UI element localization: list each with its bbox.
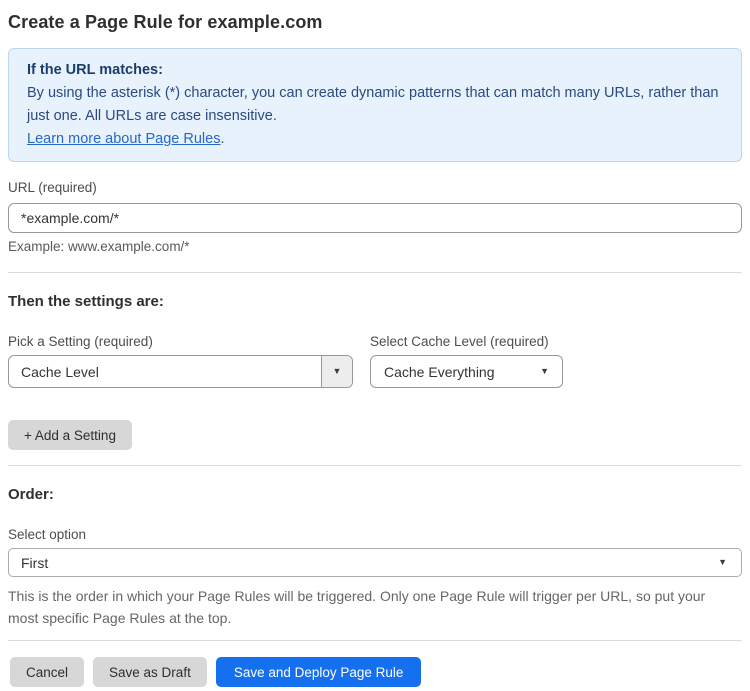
info-box-body: By using the asterisk (*) character, you…: [27, 85, 719, 124]
info-box-heading: If the URL matches:: [27, 62, 163, 78]
pick-setting-arrow-button[interactable]: ▼: [321, 356, 352, 387]
order-heading: Order:: [8, 486, 54, 503]
settings-selects-row: Cache Level ▼ Cache Everything ▼: [8, 355, 742, 388]
order-select-value: First: [21, 554, 49, 571]
add-setting-button[interactable]: + Add a Setting: [8, 420, 132, 450]
order-select[interactable]: First ▼: [8, 548, 742, 577]
pick-setting-select[interactable]: Cache Level ▼: [8, 355, 353, 388]
url-input-value: *example.com/*: [21, 210, 120, 226]
settings-heading: Then the settings are:: [8, 293, 164, 310]
chevron-down-icon: ▼: [718, 557, 727, 567]
chevron-down-icon: ▼: [540, 366, 549, 376]
section-divider: [8, 272, 742, 273]
order-help-text: This is the order in which your Page Rul…: [8, 588, 706, 626]
settings-labels-row: Pick a Setting (required) Select Cache L…: [8, 334, 742, 349]
cancel-button[interactable]: Cancel: [10, 657, 85, 687]
url-match-info-box: If the URL matches: By using the asteris…: [8, 48, 742, 162]
page-rule-form: Create a Page Rule for example.com If th…: [0, 0, 750, 687]
url-example-text: Example: www.example.com/*: [8, 239, 190, 254]
pick-setting-value: Cache Level: [21, 363, 99, 380]
form-actions: Cancel Save as Draft Save and Deploy Pag…: [10, 657, 742, 687]
save-and-deploy-button[interactable]: Save and Deploy Page Rule: [215, 657, 422, 687]
order-select-label: Select option: [8, 527, 87, 542]
section-divider: [8, 640, 742, 641]
section-divider: [8, 465, 742, 466]
save-as-draft-button[interactable]: Save as Draft: [93, 657, 207, 687]
learn-more-link[interactable]: Learn more about Page Rules: [27, 131, 220, 147]
link-suffix: .: [220, 131, 225, 147]
cache-level-value: Cache Everything: [384, 363, 495, 380]
url-input[interactable]: *example.com/*: [8, 203, 742, 233]
pick-setting-label: Pick a Setting (required): [8, 334, 153, 349]
info-box-link-line: Learn more about Page Rules.: [27, 128, 723, 151]
url-field-label: URL (required): [8, 180, 97, 195]
page-title: Create a Page Rule for example.com: [8, 12, 323, 32]
cache-level-label: Select Cache Level (required): [370, 334, 549, 349]
chevron-down-icon: ▼: [332, 366, 342, 376]
cache-level-select[interactable]: Cache Everything ▼: [370, 355, 563, 388]
